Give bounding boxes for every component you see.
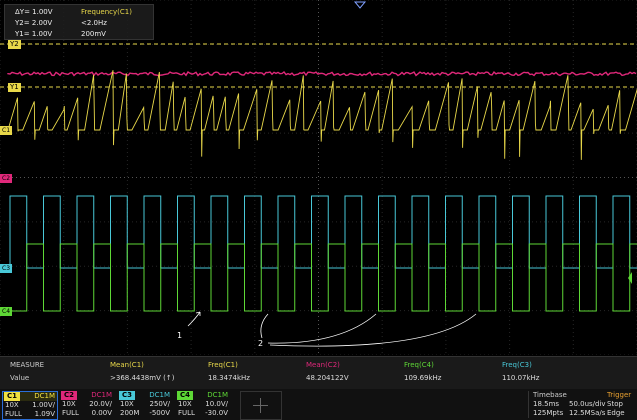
channel-offset: -500V — [149, 409, 170, 417]
channel-scale: 1.00V/ — [32, 401, 55, 409]
trigger-title: Trigger — [607, 391, 632, 399]
channel-c4-descriptor[interactable]: C4 DC1M 10X 10.0V/ FULL -30.0V — [176, 391, 230, 418]
cursor-y2-marker[interactable]: Y2 — [8, 40, 21, 49]
c4-offset-marker[interactable]: C4 — [0, 307, 13, 316]
cursor-y1: Y1= 1.00V — [15, 30, 53, 38]
timebase-delay: 18.5ms — [533, 400, 560, 408]
cursor-freq-value: <2.0Hz — [81, 19, 107, 27]
channel-tag: C3 — [119, 391, 135, 400]
channel-bandwidth: FULL — [5, 410, 22, 418]
timebase-points: 125Mpts — [533, 409, 564, 417]
trigger-panel[interactable]: Trigger Stop Edge — [607, 391, 636, 418]
trigger-position-icon — [353, 1, 367, 9]
annotation-arrow-1 — [187, 311, 201, 327]
measure-value: 110.07kHz — [502, 374, 540, 382]
channel-coupling: DC1M — [207, 391, 228, 399]
c2-offset-marker[interactable]: C2 — [0, 174, 13, 183]
channel-coupling: DC1M — [91, 391, 112, 399]
channel-probe: 10X — [5, 401, 19, 409]
channel-offset: -30.0V — [205, 409, 228, 417]
add-channel-button[interactable] — [240, 391, 282, 420]
cursor-freq-sub: 200mV — [81, 30, 106, 38]
annotation-arrow-2a — [260, 313, 269, 339]
waveform-canvas: 1 2 — [0, 0, 637, 356]
annotation-label-1: 1 — [177, 331, 182, 340]
measure-title: MEASURE — [10, 361, 45, 369]
channel-offset: 0.00V — [91, 409, 112, 417]
cursor-freq-title: Frequency(C1) — [81, 8, 132, 16]
trigger-mode: Stop — [607, 400, 623, 408]
measure-row-label: Value — [10, 374, 30, 382]
waveform-display[interactable]: 1 2 ΔY= 1.00V Y2= 2.00V Y1= 1.00V Freque… — [0, 0, 637, 356]
c1-trace — [7, 70, 637, 160]
annotation-arrow-2c — [269, 313, 477, 347]
annotation-arrow-2b — [267, 313, 377, 344]
c1-offset-marker[interactable]: C1 — [0, 126, 13, 135]
channel-tag: C1 — [4, 392, 20, 401]
channel-scale: 250V/ — [149, 400, 170, 408]
timebase-rate: 12.5MSa/s — [569, 409, 606, 417]
trigger-type: Edge — [607, 409, 625, 417]
measure-name: Mean(C2) — [306, 361, 340, 369]
channel-coupling: DC1M — [34, 392, 55, 400]
channel-bandwidth: 200M — [120, 409, 140, 417]
measure-value: 109.69kHz — [404, 374, 442, 382]
channel-bandwidth: FULL — [62, 409, 79, 417]
timebase-scale: 50.0us/div — [569, 400, 606, 408]
measure-name: Freq(C4) — [404, 361, 434, 369]
measure-name: Mean(C1) — [110, 361, 144, 369]
channel-scale: 10.0V/ — [205, 400, 228, 408]
channel-bar: C1 DC1M 10X 1.00V/ FULL 1.09V C2 DC1M 10… — [0, 389, 637, 420]
cursor-readout-box: ΔY= 1.00V Y2= 2.00V Y1= 1.00V Frequency(… — [4, 4, 154, 40]
channel-c3-descriptor[interactable]: C3 DC1M 10X 250V/ 200M -500V — [118, 391, 172, 418]
c3-trace — [8, 195, 637, 269]
channel-probe: 10X — [178, 400, 192, 408]
channel-bandwidth: FULL — [178, 409, 195, 417]
channel-tag: C4 — [177, 391, 193, 400]
channel-tag: C2 — [61, 391, 77, 400]
annotation-label-2: 2 — [258, 339, 263, 348]
cursor-y1-marker[interactable]: Y1 — [8, 83, 21, 92]
channel-scale: 20.0V/ — [89, 400, 112, 408]
c4-trace — [8, 243, 637, 312]
measure-panel[interactable]: MEASURE Value Mean(C1) >368.4438mV (↑) F… — [0, 356, 637, 389]
channel-coupling: DC1M — [149, 391, 170, 399]
measure-name: Freq(C3) — [502, 361, 532, 369]
channel-c2-descriptor[interactable]: C2 DC1M 10X 20.0V/ FULL 0.00V — [60, 391, 114, 418]
cursor-y2: Y2= 2.00V — [15, 19, 53, 27]
timebase-title: Timebase — [533, 391, 567, 399]
measure-value: 18.3474kHz — [208, 374, 250, 382]
measure-value: 48.204122V — [306, 374, 349, 382]
cursor-dy: ΔY= 1.00V — [15, 8, 53, 16]
measure-value: >368.4438mV (↑) — [110, 374, 175, 382]
channel-probe: 10X — [120, 400, 134, 408]
c2-trace — [7, 71, 637, 77]
channel-offset: 1.09V — [34, 410, 55, 418]
channel-probe: 10X — [62, 400, 76, 408]
c3-offset-marker[interactable]: C3 — [0, 264, 13, 273]
measure-name: Freq(C1) — [208, 361, 238, 369]
channel-c1-descriptor[interactable]: C1 DC1M 10X 1.00V/ FULL 1.09V — [2, 391, 58, 420]
timebase-panel[interactable]: Timebase 18.5ms 50.0us/div 125Mpts 12.5M… — [528, 391, 607, 418]
